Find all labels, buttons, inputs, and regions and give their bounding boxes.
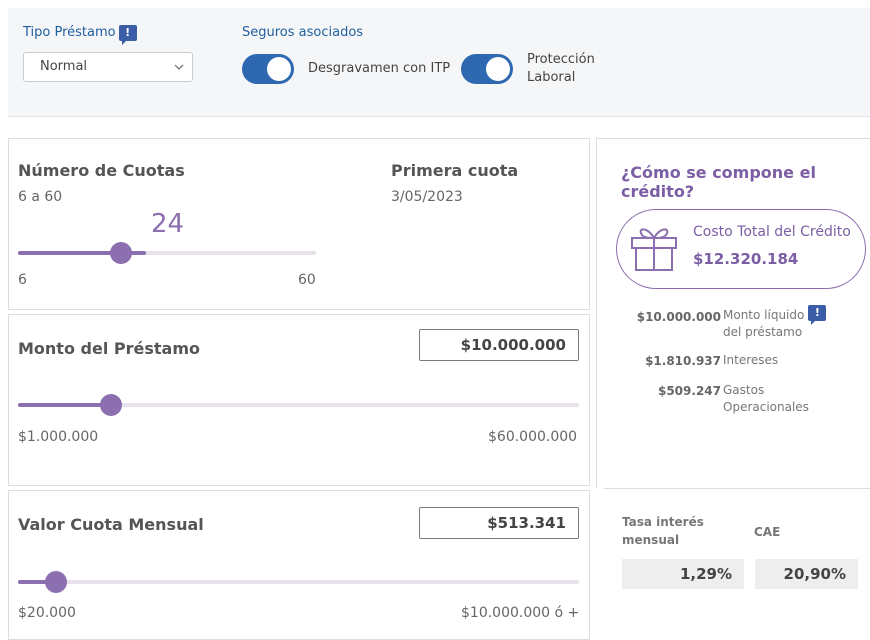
loan-amount-input[interactable]: $10.000.000 [419, 329, 579, 361]
installments-value: 24 [151, 209, 185, 239]
loan-amount-slider-fill [18, 403, 110, 407]
desgravamen-label: Desgravamen con ITP [308, 61, 451, 76]
installments-card: Número de Cuotas 6 a 60 24 6 60 Primera … [8, 138, 590, 310]
cae-label: CAE [754, 525, 781, 539]
breakdown-label: Gastos Operacionales [723, 383, 809, 414]
loan-amount-slider-thumb[interactable] [100, 394, 122, 416]
installments-range: 6 a 60 [18, 189, 63, 205]
proteccion-laboral-toggle[interactable] [461, 54, 513, 84]
loan-type-value: Normal [40, 59, 88, 74]
installments-slider-thumb[interactable] [110, 242, 132, 264]
credit-composition-panel: ¿Cómo se compone el crédito? Costo Total… [596, 138, 870, 488]
toggle-knob [486, 57, 510, 81]
proteccion-laboral-label: Protección Laboral [527, 52, 595, 85]
breakdown-value: $10.000.000 [636, 310, 721, 324]
monthly-payment-min: $20.000 [18, 605, 76, 621]
cae-value: 20,90% [755, 559, 858, 589]
loan-amount-card: Monto del Préstamo $10.000.000 $1.000.00… [8, 314, 590, 486]
total-cost-value: $12.320.184 [693, 250, 799, 268]
info-icon[interactable]: ! [808, 305, 827, 325]
chevron-down-icon [174, 53, 184, 93]
info-icon[interactable]: ! [118, 25, 137, 45]
gift-icon [629, 222, 679, 278]
loan-amount-title: Monto del Préstamo [18, 339, 200, 358]
breakdown-value: $509.247 [657, 384, 721, 398]
monthly-rate-value: 1,29% [622, 559, 744, 589]
monthly-payment-slider-thumb[interactable] [45, 571, 67, 593]
loan-amount-max: $60.000.000 [488, 429, 578, 445]
rates-panel: Tasa interés mensual CAE 1,29% 20,90% [604, 488, 870, 636]
monthly-payment-title: Valor Cuota Mensual [18, 515, 204, 534]
installments-min: 6 [18, 272, 27, 288]
insurance-label: Seguros asociados [242, 25, 364, 40]
monthly-rate-label: Tasa interés mensual [622, 515, 704, 547]
loan-type-label: Tipo Préstamo! [23, 25, 137, 45]
composition-title: ¿Cómo se compone el crédito? [621, 163, 816, 201]
breakdown-label: Intereses [723, 353, 779, 367]
monthly-payment-slider-track[interactable] [18, 580, 579, 584]
monthly-payment-input[interactable]: $513.341 [419, 507, 579, 539]
total-cost-label: Costo Total del Crédito [693, 224, 851, 240]
loan-amount-min: $1.000.000 [18, 429, 99, 445]
breakdown-value: $1.810.937 [645, 354, 721, 368]
loan-type-select[interactable]: Normal [23, 52, 193, 82]
installments-title: Número de Cuotas [18, 161, 185, 180]
desgravamen-toggle[interactable] [242, 54, 294, 84]
installments-max: 60 [298, 272, 316, 288]
monthly-payment-card: Valor Cuota Mensual $513.341 $20.000 $10… [8, 490, 590, 640]
loan-options-bar: Tipo Préstamo! Normal Seguros asociados … [8, 8, 870, 117]
total-cost-box: Costo Total del Crédito $12.320.184 [616, 209, 866, 289]
first-payment-title: Primera cuota [391, 161, 519, 180]
toggle-knob [267, 57, 291, 81]
monthly-payment-max: $10.000.000 ó + [461, 605, 580, 621]
breakdown-label: Monto líquido! del préstamo [723, 305, 853, 341]
first-payment-date: 3/05/2023 [391, 189, 463, 205]
